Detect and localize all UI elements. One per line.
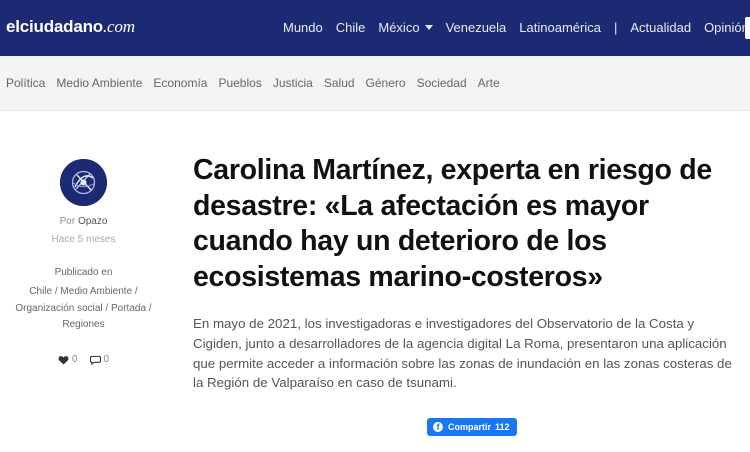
site-logo[interactable]: elciudadano.com [6,17,135,37]
nav-item-label: México [378,20,420,35]
nav-separator: | [613,20,618,35]
facebook-share-button[interactable]: f Compartir 112 [427,418,517,436]
nav-item-label: Mundo [283,20,323,35]
nav-item-actualidad[interactable]: Actualidad [630,20,691,35]
category-separator: / [146,302,152,314]
nav-item-chile[interactable]: Chile [336,20,366,35]
comment-icon [89,355,101,365]
published-category-link[interactable]: Chile [29,286,52,297]
category-pueblos[interactable]: Pueblos [218,76,261,90]
author-avatar[interactable] [60,159,107,206]
category-economia[interactable]: Economía [153,76,207,90]
logo-brand: elciudadano [6,17,103,36]
published-in-label: Publicado en [54,267,113,278]
heart-icon [58,355,69,365]
category-bar: Política Medio Ambiente Economía Pueblos Jus… [0,56,750,111]
category-sociedad[interactable]: Sociedad [417,76,467,90]
published-category-link[interactable]: Medio Ambiente [60,286,132,297]
share-label: Compartir [448,422,492,432]
nav-item-opinion[interactable]: Opinión [704,20,749,35]
nav-item-mundo[interactable]: Mundo [283,20,323,35]
article-lead: En mayo de 2021, los investigadoras e in… [193,316,732,391]
published-time: Hace 5 meses [51,234,116,245]
top-navigation-bar: elciudadano.com Mundo Chile México Venezuel… [0,0,750,56]
category-menu: Política Medio Ambiente Economía Pueblos Jus… [6,76,511,90]
nav-item-label: Opinión [704,20,749,35]
likes-counter[interactable]: 0 [58,354,78,365]
article-title: Carolina Martínez, experta en riesgo de … [193,154,712,293]
logo-tld: .com [103,17,135,36]
header-edge-button[interactable] [745,17,750,39]
category-separator: / [132,286,138,297]
nav-item-label: Actualidad [630,20,692,35]
facebook-icon: f [433,422,443,432]
likes-count: 0 [71,354,78,365]
category-arte[interactable]: Arte [478,76,500,90]
nav-item-venezuela[interactable]: Venezuela [446,20,507,35]
avatar-image [60,159,107,206]
nav-item-label: Latinoamérica [519,20,601,35]
chevron-down-icon [424,25,433,31]
category-justicia[interactable]: Justicia [273,76,313,90]
category-separator: / [102,302,111,314]
author-byline: Por Opazo [0,216,167,227]
nav-item-label: Venezuela [445,20,507,35]
share-count: 112 [495,422,510,432]
published-category-link[interactable]: Regiones [62,319,104,330]
nav-item-mexico[interactable]: México [378,20,433,35]
nav-item-label: Chile [335,20,366,35]
category-politica[interactable]: Política [6,76,45,90]
comments-count: 0 [103,354,110,365]
nav-item-latinoamerica[interactable]: Latinoamérica [519,20,601,35]
article-stats: 0 0 [0,354,167,365]
comments-counter[interactable]: 0 [89,354,110,365]
category-genero[interactable]: Género [366,76,406,90]
published-category-link[interactable]: Portada [111,303,146,314]
byline-prefix: Por [59,216,76,227]
published-categories: Chile / Medio Ambiente / Organización so… [0,284,167,334]
main-menu: Mundo Chile México Venezuela Latinoamérica | A… [283,20,750,35]
published-category-link[interactable]: Organización social [15,303,102,314]
author-link[interactable]: Opazo [78,216,107,227]
category-medio-ambiente[interactable]: Medio Ambiente [56,76,142,90]
category-salud[interactable]: Salud [324,76,355,90]
